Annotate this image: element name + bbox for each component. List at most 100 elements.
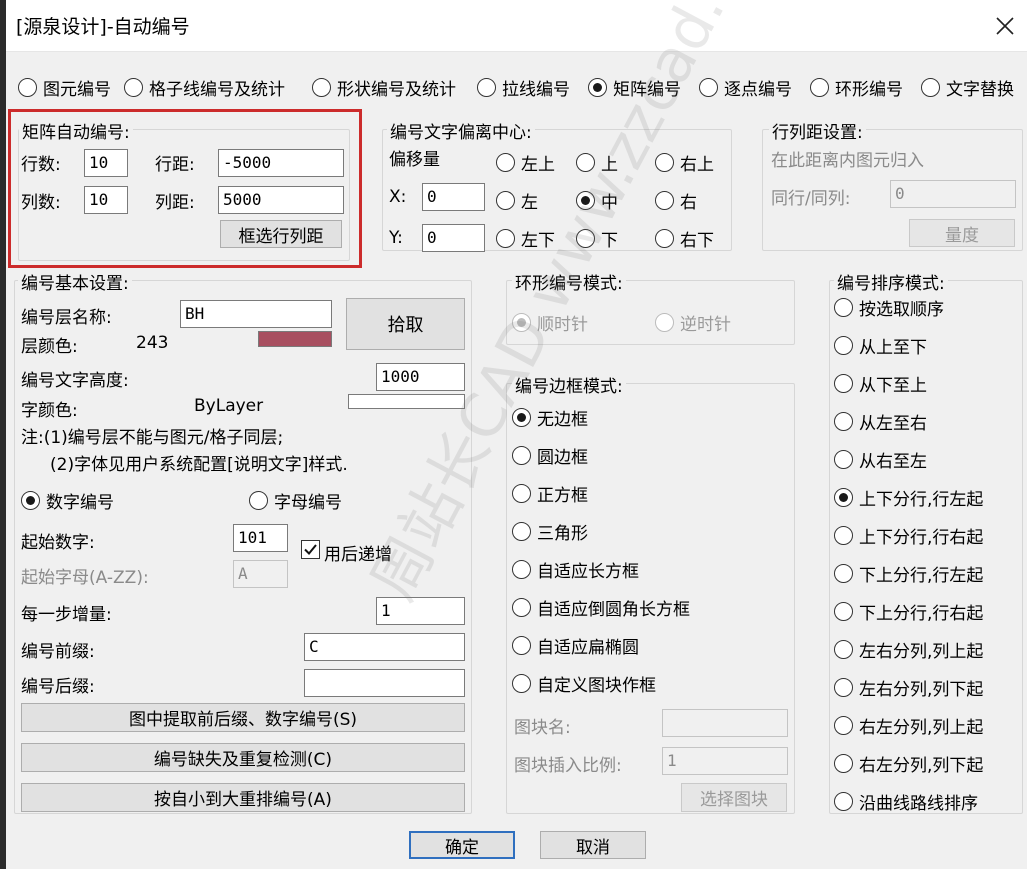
radio-indicator (834, 526, 853, 545)
radio-indicator (512, 636, 531, 655)
radio-indicator (249, 491, 268, 510)
close-icon (996, 17, 1014, 35)
text-height-input[interactable]: 1000 (376, 363, 465, 391)
offset-position-radio-8[interactable]: 右下 (655, 226, 714, 251)
mode-radio-1[interactable]: 格子线编号及统计 (124, 75, 285, 100)
offset-position-radio-1-label: 上 (601, 155, 618, 175)
sort-radio-3[interactable]: 从左至右 (834, 409, 927, 434)
cancel-button[interactable]: 取消 (540, 831, 646, 859)
sort-radio-5[interactable]: 上下分行,行左起 (834, 485, 983, 510)
block-name-label: 图块名: (514, 718, 571, 738)
offset-position-radio-2[interactable]: 右上 (655, 150, 714, 175)
offset-position-radio-4[interactable]: 中 (576, 188, 618, 213)
sort-radio-2[interactable]: 从下至上 (834, 371, 927, 396)
mode-radio-6[interactable]: 环形编号 (810, 75, 903, 100)
radio-indicator (810, 78, 829, 97)
sort-radio-8[interactable]: 下上分行,行右起 (834, 599, 983, 624)
start-letter-label: 起始字母(A-ZZ): (21, 568, 149, 588)
mode-radio-3[interactable]: 拉线编号 (477, 75, 570, 100)
renumber-button[interactable]: 按自小到大重排编号(A) (21, 783, 465, 812)
radio-indicator (477, 78, 496, 97)
numeric-radio[interactable]: 数字编号 (21, 488, 114, 513)
mode-radio-2[interactable]: 形状编号及统计 (312, 75, 456, 100)
dialog-client: 图元编号 格子线编号及统计 形状编号及统计 拉线编号 矩阵编号 逐点编号 环形编号 文字替换 … (6, 0, 1027, 869)
same-row-col-label: 同行/同列: (771, 189, 851, 209)
border-radio-0[interactable]: 无边框 (512, 405, 588, 430)
radio-indicator (576, 153, 595, 172)
sort-radio-0[interactable]: 按选取顺序 (834, 295, 944, 320)
offset-position-radio-6[interactable]: 左下 (496, 226, 555, 251)
highlight-box (8, 109, 362, 268)
offset-position-radio-7[interactable]: 下 (576, 226, 618, 251)
sort-radio-10[interactable]: 左右分列,列下起 (834, 675, 983, 700)
border-radio-2[interactable]: 正方框 (512, 481, 588, 506)
block-scale-input[interactable]: 1 (662, 747, 788, 775)
mode-radio-7[interactable]: 文字替换 (921, 75, 1014, 100)
note-line-2: (2)字体见用户系统配置[说明文字]样式. (50, 455, 348, 475)
mode-radio-3-label: 拉线编号 (502, 80, 570, 100)
layer-name-input[interactable]: BH (180, 300, 332, 328)
extract-prefix-button[interactable]: 图中提取前后缀、数字编号(S) (21, 703, 465, 732)
border-radio-4[interactable]: 自适应长方框 (512, 557, 639, 582)
radio-indicator (834, 298, 853, 317)
suffix-input[interactable] (304, 669, 465, 697)
border-radio-6[interactable]: 自适应扁椭圆 (512, 633, 639, 658)
text-color-swatch[interactable] (348, 394, 465, 409)
radio-indicator (512, 408, 531, 427)
sort-radio-4[interactable]: 从右至左 (834, 447, 927, 472)
measure-button[interactable]: 量度 (909, 219, 1015, 247)
block-name-input[interactable] (662, 709, 788, 737)
increment-after-checkbox[interactable] (301, 540, 320, 559)
prefix-input[interactable]: C (304, 633, 465, 661)
offset-subtitle: 偏移量 (389, 150, 440, 170)
sort-radio-12[interactable]: 右左分列,列下起 (834, 751, 983, 776)
alpha-radio[interactable]: 字母编号 (249, 488, 342, 513)
radio-indicator (834, 374, 853, 393)
border-radio-5[interactable]: 自适应倒圆角长方框 (512, 595, 690, 620)
sort-radio-11[interactable]: 右左分列,列上起 (834, 713, 983, 738)
ok-button[interactable]: 确定 (409, 831, 515, 859)
sort-radio-9[interactable]: 左右分列,列上起 (834, 637, 983, 662)
border-radio-4-label: 自适应长方框 (537, 562, 639, 582)
layer-color-value: 243 (136, 333, 169, 353)
offset-position-radio-1[interactable]: 上 (576, 150, 618, 175)
radio-indicator (655, 153, 674, 172)
offset-position-radio-3-label: 左 (521, 193, 538, 213)
layer-color-swatch[interactable] (258, 331, 332, 347)
offset-x-input[interactable]: 0 (422, 183, 485, 211)
offset-position-radio-3[interactable]: 左 (496, 188, 538, 213)
sort-radio-7[interactable]: 下上分行,行左起 (834, 561, 983, 586)
border-radio-3-label: 三角形 (537, 524, 588, 544)
mode-radio-5[interactable]: 逐点编号 (699, 75, 792, 100)
offset-position-radio-0[interactable]: 左上 (496, 150, 555, 175)
close-button[interactable] (985, 6, 1025, 46)
start-number-input[interactable]: 101 (233, 524, 288, 552)
text-height-label: 编号文字高度: (21, 371, 129, 391)
border-radio-7[interactable]: 自定义图块作框 (512, 671, 656, 696)
border-radio-3[interactable]: 三角形 (512, 519, 588, 544)
border-radio-1[interactable]: 圆边框 (512, 443, 588, 468)
sort-radio-6[interactable]: 上下分行,行右起 (834, 523, 983, 548)
pick-layer-button[interactable]: 拾取 (346, 298, 465, 350)
offset-position-radio-5[interactable]: 右 (655, 188, 697, 213)
offset-y-input[interactable]: 0 (422, 224, 485, 252)
basic-group-title: 编号基本设置: (18, 269, 132, 294)
clockwise-radio[interactable]: 顺时针 (512, 310, 588, 335)
missing-duplicate-check-button[interactable]: 编号缺失及重复检测(C) (21, 743, 465, 772)
note-line-1: 注:(1)编号层不能与图元/格子同层; (21, 428, 284, 448)
clockwise-label: 顺时针 (537, 315, 588, 335)
mode-radio-4[interactable]: 矩阵编号 (588, 75, 681, 100)
start-letter-input[interactable]: A (233, 560, 288, 588)
same-row-col-input[interactable]: 0 (890, 180, 1016, 208)
radio-indicator (834, 602, 853, 621)
step-input[interactable]: 1 (376, 597, 465, 625)
sort-radio-1[interactable]: 从上至下 (834, 333, 927, 358)
radio-indicator (496, 153, 515, 172)
border-radio-7-label: 自定义图块作框 (537, 676, 656, 696)
select-block-button[interactable]: 选择图块 (681, 783, 787, 812)
counterclockwise-radio[interactable]: 逆时针 (655, 310, 731, 335)
offset-position-radio-2-label: 右上 (680, 155, 714, 175)
sort-radio-13[interactable]: 沿曲线路线排序 (834, 789, 978, 814)
radio-indicator (834, 640, 853, 659)
mode-radio-0[interactable]: 图元编号 (18, 75, 111, 100)
